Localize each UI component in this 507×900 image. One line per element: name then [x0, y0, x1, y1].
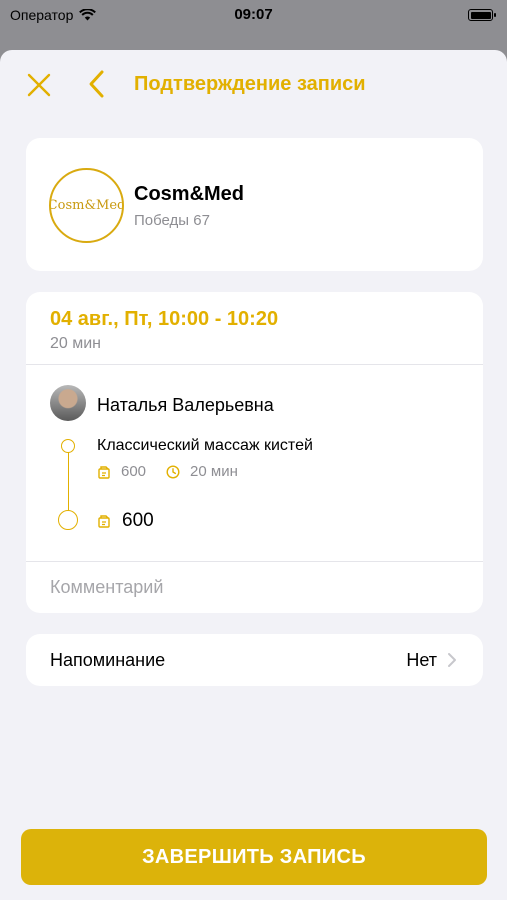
divider — [26, 364, 483, 365]
chevron-left-icon — [89, 70, 104, 98]
master-name: Наталья Валерьевна — [97, 395, 274, 415]
comment-input[interactable]: Комментарий — [50, 577, 163, 598]
total-row: 600 — [97, 510, 154, 532]
back-button[interactable] — [86, 68, 108, 100]
service-name: Классический массаж кистей — [97, 437, 313, 454]
price-tag-icon — [98, 515, 110, 528]
timeline-dot-total — [58, 510, 78, 530]
timeline-line — [68, 452, 69, 518]
complete-booking-button[interactable]: ЗАВЕРШИТЬ ЗАПИСЬ — [21, 829, 487, 885]
booking-confirmation-sheet: Подтверждение записи Cosm&Med Cosm&Med П… — [0, 50, 507, 900]
service-price: 600 — [121, 463, 147, 480]
salon-card[interactable]: Cosm&Med Cosm&Med Победы 67 — [26, 138, 483, 271]
clock-icon — [166, 464, 180, 479]
page-title: Подтверждение записи — [134, 73, 366, 95]
battery-icon — [468, 9, 496, 21]
close-icon — [27, 73, 51, 97]
chevron-right-icon — [448, 653, 456, 667]
reminder-label: Напоминание — [50, 650, 166, 670]
timeline-dot-service — [61, 439, 75, 453]
booking-datetime: 04 авг., Пт, 10:00 - 10:20 — [50, 308, 279, 330]
booking-duration: 20 мин — [50, 335, 102, 352]
close-button[interactable] — [24, 70, 54, 100]
master-avatar — [50, 385, 86, 421]
booking-card: 04 авг., Пт, 10:00 - 10:20 20 мин Наталь… — [26, 292, 483, 613]
service-duration: 20 мин — [190, 463, 238, 480]
total-price: 600 — [122, 510, 154, 531]
reminder-row[interactable]: Напоминание Нет — [26, 634, 483, 686]
nav-bar: Подтверждение записи — [0, 50, 507, 120]
salon-name: Cosm&Med — [134, 183, 245, 205]
status-bar: Оператор 09:07 — [0, 0, 507, 30]
divider — [26, 561, 483, 562]
salon-address: Победы 67 — [134, 212, 210, 229]
salon-logo: Cosm&Med — [49, 168, 124, 243]
reminder-value: Нет — [406, 650, 437, 670]
price-tag-icon — [98, 465, 110, 479]
salon-logo-text: Cosm&Med — [49, 198, 124, 213]
service-meta: 600 20 мин — [97, 463, 238, 480]
status-time: 09:07 — [234, 6, 273, 23]
